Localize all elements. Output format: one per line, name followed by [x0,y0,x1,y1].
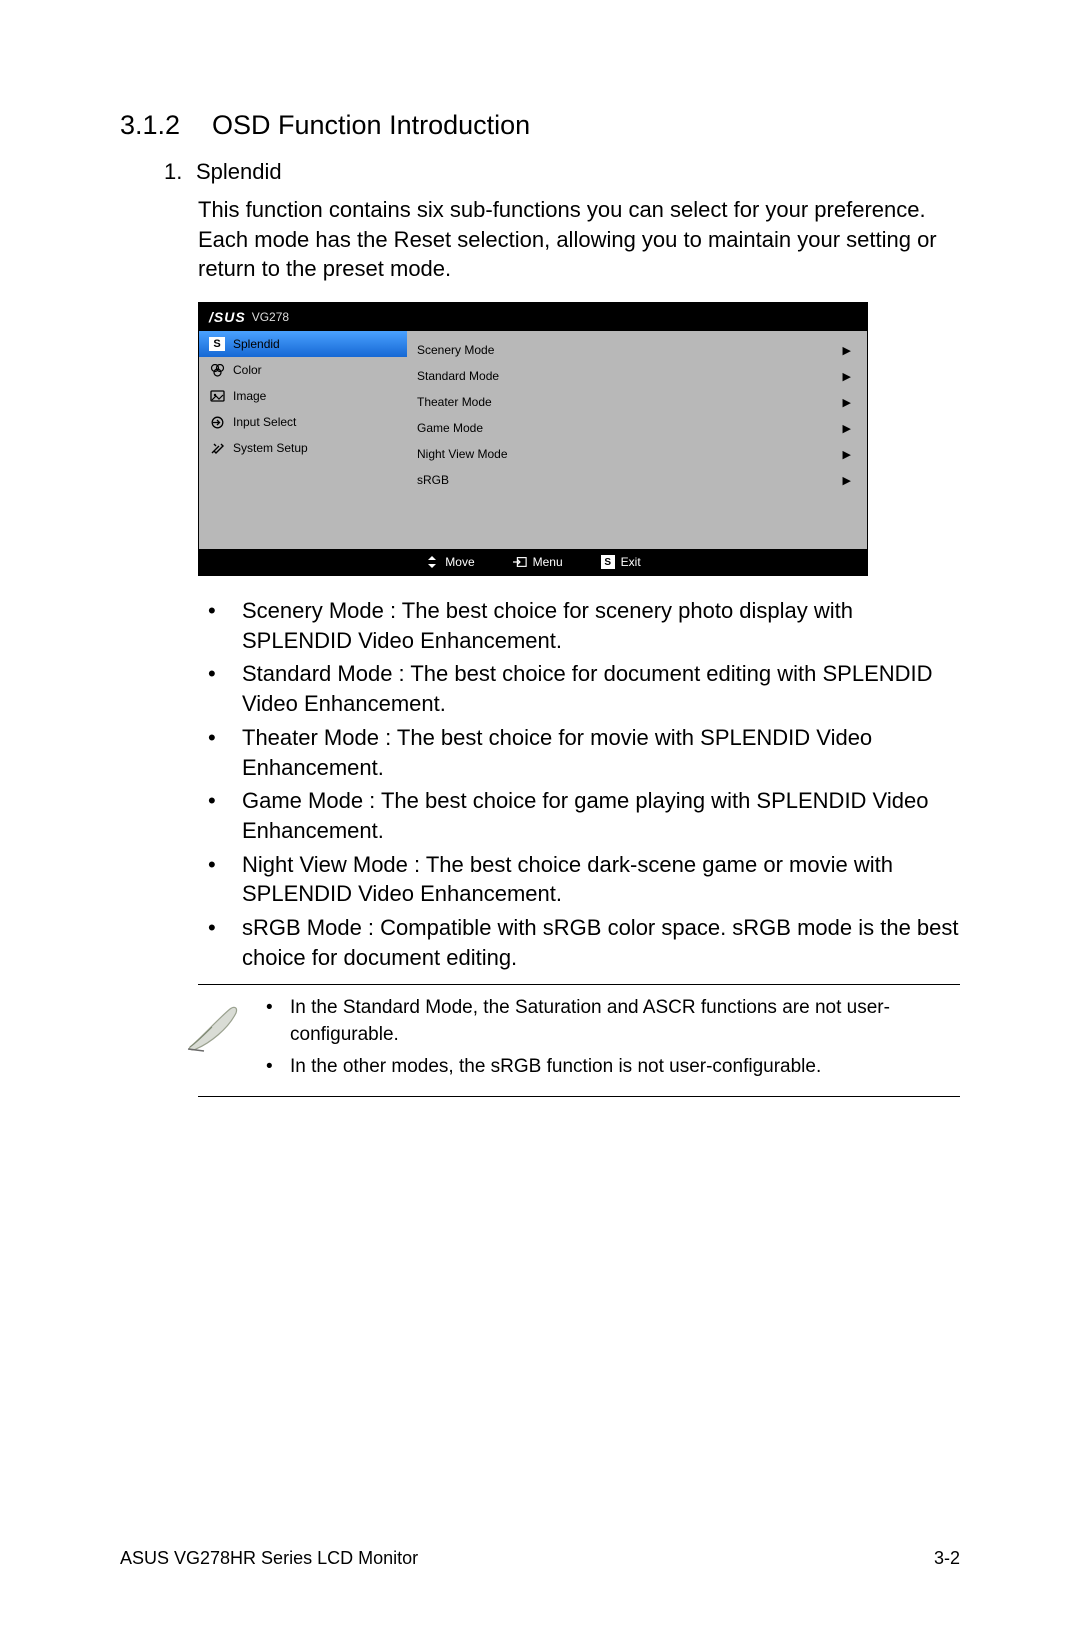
list-item: •sRGB Mode : Compatible with sRGB color … [198,913,960,972]
osd-menu-system-setup[interactable]: System Setup [199,435,407,461]
osd-right-panel: Scenery Mode ▶ Standard Mode ▶ Theater Mod… [407,331,867,549]
osd-menu-splendid[interactable]: S Splendid [199,331,407,357]
osd-menu-label: Splendid [233,337,280,351]
osd-option-label: Theater Mode [417,395,492,409]
input-icon [209,415,225,429]
osd-left-panel: S Splendid Color Image [199,331,407,549]
osd-menu-input-select[interactable]: Input Select [199,409,407,435]
bullet-text: sRGB Mode : Compatible with sRGB color s… [242,913,960,972]
list-item: •Night View Mode : The best choice dark-… [198,850,960,909]
osd-footer-menu: Menu [513,555,563,569]
chevron-right-icon: ▶ [843,474,851,487]
note-text: In the other modes, the sRGB function is… [290,1054,960,1080]
osd-option-label: Night View Mode [417,447,508,461]
osd-option-label: sRGB [417,473,449,487]
chevron-right-icon: ▶ [843,370,851,383]
osd-footer-exit-label: Exit [621,555,641,569]
osd-menu-image[interactable]: Image [199,383,407,409]
bullet-icon: • [198,723,242,782]
osd-footer-menu-label: Menu [533,555,563,569]
osd-option-label: Standard Mode [417,369,499,383]
color-icon [209,363,225,377]
osd-option-label: Game Mode [417,421,483,435]
osd-option-theater[interactable]: Theater Mode ▶ [413,389,855,415]
chevron-right-icon: ▶ [843,396,851,409]
section-number: 3.1.2 [120,110,212,141]
divider [198,1096,960,1097]
osd-menu-color[interactable]: Color [199,357,407,383]
menu-icon [513,555,527,569]
updown-icon [425,555,439,569]
list-item: •Scenery Mode : The best choice for scen… [198,596,960,655]
note-block: •In the Standard Mode, the Saturation an… [130,995,960,1086]
chevron-right-icon: ▶ [843,422,851,435]
note-item: •In the Standard Mode, the Saturation an… [260,995,960,1047]
bullet-text: Scenery Mode : The best choice for scene… [242,596,960,655]
bullet-text: Night View Mode : The best choice dark-s… [242,850,960,909]
note-item: •In the other modes, the sRGB function i… [260,1054,960,1080]
section-title: OSD Function Introduction [212,110,530,140]
osd-menu-label: Color [233,363,262,377]
list-item: •Game Mode : The best choice for game pl… [198,786,960,845]
note-text: In the Standard Mode, the Saturation and… [290,995,960,1047]
section-heading: 3.1.2OSD Function Introduction [120,110,960,141]
page-footer: ASUS VG278HR Series LCD Monitor 3-2 [120,1548,960,1569]
item-title: Splendid [196,159,282,184]
osd-option-scenery[interactable]: Scenery Mode ▶ [413,337,855,363]
osd-option-label: Scenery Mode [417,343,494,357]
osd-option-night-view[interactable]: Night View Mode ▶ [413,441,855,467]
osd-footer-move-label: Move [445,555,474,569]
bullet-icon: • [198,659,242,718]
osd-model: VG278 [252,310,289,324]
osd-menu-label: System Setup [233,441,308,455]
osd-footer: Move Menu S Exit [199,549,867,575]
osd-option-game[interactable]: Game Mode ▶ [413,415,855,441]
bullet-text: Theater Mode : The best choice for movie… [242,723,960,782]
bullet-text: Standard Mode : The best choice for docu… [242,659,960,718]
chevron-right-icon: ▶ [843,448,851,461]
list-item: •Theater Mode : The best choice for movi… [198,723,960,782]
list-item: •Standard Mode : The best choice for doc… [198,659,960,718]
osd-option-standard[interactable]: Standard Mode ▶ [413,363,855,389]
osd-menu-label: Image [233,389,266,403]
bullet-icon: • [198,786,242,845]
asus-logo: /SUS [209,309,246,325]
bullet-icon: • [198,596,242,655]
divider [198,984,960,985]
osd-footer-move: Move [425,555,474,569]
item-number: 1. [164,159,196,185]
mode-bullet-list: •Scenery Mode : The best choice for scen… [198,596,960,972]
s-icon: S [601,555,615,569]
page-number: 3-2 [934,1548,960,1569]
pen-note-icon [182,999,246,1055]
bullet-icon: • [260,995,290,1047]
bullet-icon: • [198,850,242,909]
bullet-icon: • [198,913,242,972]
image-icon [209,389,225,403]
osd-menu-label: Input Select [233,415,296,429]
item-heading: 1.Splendid [164,159,960,185]
s-icon: S [209,337,225,351]
osd-header: /SUS VG278 [199,303,867,331]
osd-option-srgb[interactable]: sRGB ▶ [413,467,855,493]
footer-left: ASUS VG278HR Series LCD Monitor [120,1548,418,1569]
bullet-text: Game Mode : The best choice for game pla… [242,786,960,845]
chevron-right-icon: ▶ [843,344,851,357]
item-description: This function contains six sub-functions… [198,195,960,284]
osd-screenshot: /SUS VG278 S Splendid Color [198,302,868,576]
tools-icon [209,441,225,455]
bullet-icon: • [260,1054,290,1080]
osd-footer-exit: S Exit [601,555,641,569]
